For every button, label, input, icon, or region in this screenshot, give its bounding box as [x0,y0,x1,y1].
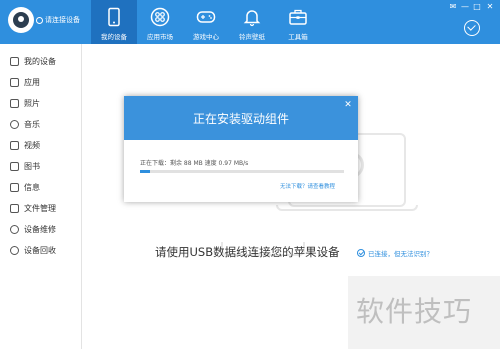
sidebar-item-label: 照片 [24,99,40,108]
gamepad-icon [196,11,216,23]
watermark-text: 软件技巧 [356,295,473,328]
photo-icon [10,99,19,108]
sidebar-item-photos[interactable]: 照片 [0,94,82,114]
tab-app-market[interactable]: 应用市场 [137,0,183,44]
minimize-button[interactable]: — [460,2,470,12]
tab-game-center[interactable]: 游戏中心 [183,0,229,44]
dialog-header: 正在安装驱动组件 ✕ [124,96,358,140]
download-progress-text: 正在下载：剩余 88 MB 速度 0.97 MB/s [140,160,249,167]
tab-label: 应用市场 [147,33,173,41]
progress-bar-fill [140,170,151,173]
sidebar-item-label: 设备回收 [24,246,56,255]
message-icon [10,183,19,192]
tab-label: 铃声壁纸 [239,33,265,41]
recycle-icon [10,246,19,255]
sidebar-item-label: 我的设备 [24,57,56,66]
repair-icon [10,225,19,234]
bell-icon [243,10,261,27]
connect-instruction: 请使用USB数据线连接您的苹果设备 [155,245,340,259]
sidebar-item-device-recycle[interactable]: 设备回收 [0,241,82,261]
close-button[interactable]: ✕ [485,2,495,12]
sidebar-item-label: 文件管理 [24,204,56,213]
apps-icon [150,7,170,27]
sidebar: 我的设备 应用 照片 音乐 视频 图书 信息 文件管理 设备维修 设备回收 [0,44,82,349]
connection-icon [36,17,43,24]
device-icon [10,57,19,66]
help-link[interactable]: 无法下载？请查看教程 [280,182,335,190]
phone-icon [108,7,120,27]
sidebar-item-label: 应用 [24,78,40,87]
tab-label: 工具箱 [288,33,308,41]
dialog-title: 正在安装驱动组件 [192,112,289,126]
laptop-base-illustration [276,205,418,211]
progress-bar [140,170,344,173]
sidebar-item-label: 信息 [24,183,40,192]
check-circle-icon [357,249,365,257]
toolbox-icon [289,9,307,25]
top-bar: 请连接设备 我的设备 应用市场 游戏中心 铃声壁纸 工具箱 ✉ — □ ✕ [0,0,500,44]
driver-install-dialog: 正在安装驱动组件 ✕ 正在下载：剩余 88 MB 速度 0.97 MB/s 无法… [124,96,358,202]
sidebar-item-books[interactable]: 图书 [0,157,82,177]
tab-ringtone-wallpaper[interactable]: 铃声壁纸 [229,0,275,44]
sidebar-item-label: 图书 [24,162,40,171]
music-icon [10,120,19,129]
sidebar-item-label: 音乐 [24,120,40,129]
app-logo-icon [8,7,34,33]
book-icon [10,162,19,171]
tab-toolbox[interactable]: 工具箱 [275,0,321,44]
connection-label[interactable]: 请连接设备 [45,15,80,25]
watermark: 软件技巧 [348,276,500,349]
app-icon [10,78,19,87]
sidebar-item-device-repair[interactable]: 设备维修 [0,220,82,240]
sidebar-item-label: 设备维修 [24,225,56,234]
sidebar-item-video[interactable]: 视频 [0,136,82,156]
status-link[interactable]: 已连接，但无法识别？ [368,248,433,258]
tab-my-device[interactable]: 我的设备 [91,0,137,44]
sidebar-item-apps[interactable]: 应用 [0,73,82,93]
tab-label: 游戏中心 [193,33,219,41]
sidebar-item-messages[interactable]: 信息 [0,178,82,198]
sidebar-item-my-device[interactable]: 我的设备 [0,52,82,72]
dialog-close-button[interactable]: ✕ [343,100,353,110]
sidebar-item-file-manager[interactable]: 文件管理 [0,199,82,219]
sidebar-item-label: 视频 [24,141,40,150]
folder-icon [10,204,19,213]
tab-label: 我的设备 [101,33,127,41]
sidebar-item-music[interactable]: 音乐 [0,115,82,135]
download-manager-icon[interactable] [464,20,480,36]
message-icon[interactable]: ✉ [448,2,458,12]
maximize-button[interactable]: □ [472,2,482,12]
video-icon [10,141,19,150]
